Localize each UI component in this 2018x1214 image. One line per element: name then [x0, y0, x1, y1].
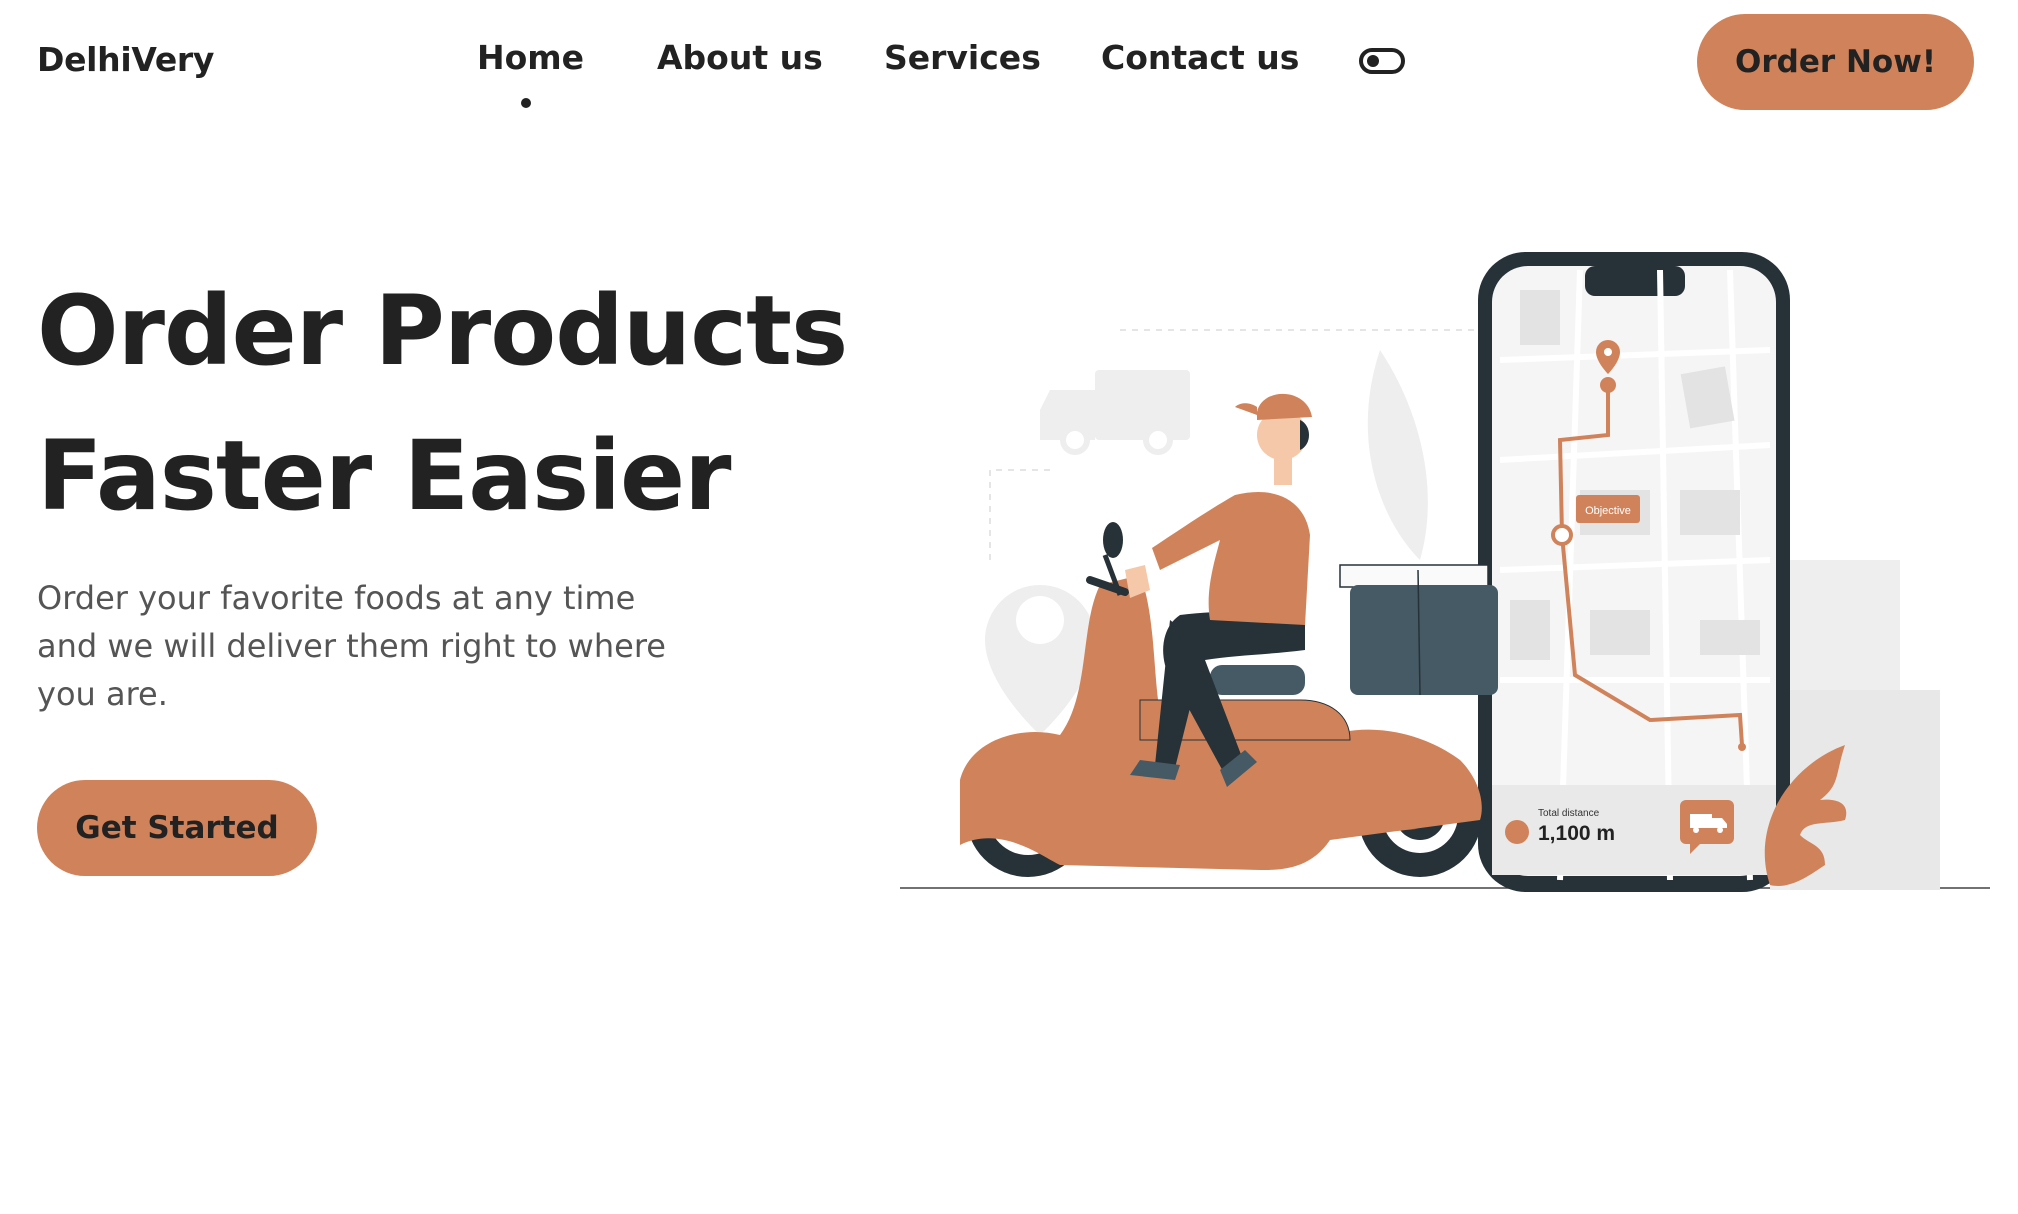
nav-home[interactable]: Home	[477, 38, 584, 77]
nav-services[interactable]: Services	[884, 38, 1041, 77]
landing-page: DelhiVery Home About us Services Contact…	[0, 0, 2018, 1214]
nav-contact-us[interactable]: Contact us	[1101, 38, 1299, 77]
delivery-illustration: Objective Total distance 1,100 m	[890, 240, 1990, 900]
nav-about-us[interactable]: About us	[657, 38, 823, 77]
distance-value: 1,100 m	[1538, 822, 1615, 845]
order-now-button[interactable]: Order Now!	[1697, 14, 1974, 110]
map-objective-label: Objective	[1585, 505, 1631, 517]
hero-subtitle: Order your favorite foods at any time an…	[37, 579, 666, 713]
hero-title-line2: Faster Easier	[37, 420, 731, 532]
theme-toggle-icon[interactable]	[1359, 48, 1405, 74]
active-nav-indicator	[521, 98, 531, 108]
phone-map: Objective Total distance 1,100 m	[1478, 252, 1790, 892]
distance-caption: Total distance	[1538, 808, 1600, 819]
hero-title-line1: Order Products	[37, 275, 848, 387]
get-started-button[interactable]: Get Started	[37, 780, 317, 876]
toggle-knob	[1367, 55, 1379, 67]
